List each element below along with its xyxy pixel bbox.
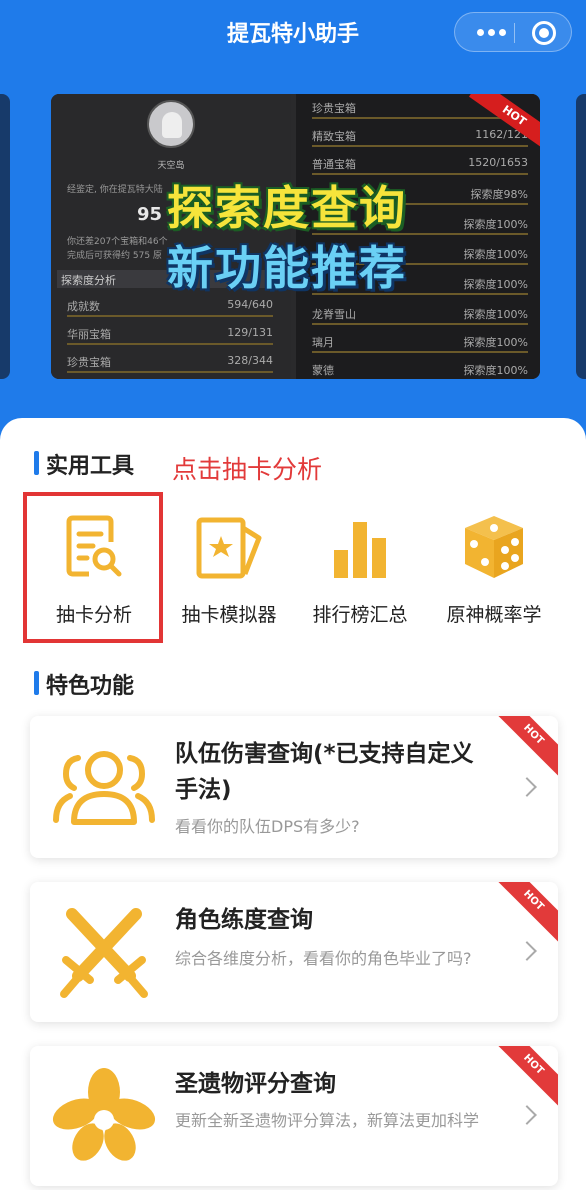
title-bar: 提瓦特小助手 xyxy=(0,0,586,64)
banner-text-line: 经鉴定, 你在提瓦特大陆 xyxy=(67,185,163,195)
banner-stat-row: 精致宝箱 1162/121 xyxy=(312,128,528,154)
banner-text-line: 你还差207个宝箱和46个 xyxy=(67,237,168,247)
highlight-box xyxy=(23,492,163,643)
stat-value: 探索度100% xyxy=(463,278,528,291)
stat-bar xyxy=(312,145,528,147)
stat-label: 普通宝箱 xyxy=(312,158,356,171)
stat-value: 探索度100% xyxy=(463,218,528,231)
stat-label: 成就数 xyxy=(67,300,100,313)
chevron-right-icon xyxy=(517,941,537,961)
crossed-swords-icon xyxy=(60,908,148,998)
stat-value: 探索度98% xyxy=(470,188,528,201)
stat-label: 精致宝箱 xyxy=(312,130,356,143)
stat-value: 328/344 xyxy=(227,354,273,367)
stat-value: 129/131 xyxy=(227,326,273,339)
hot-badge: HOT xyxy=(486,1046,558,1112)
banner-stat-row: 成就数 594/640 xyxy=(67,298,273,324)
promo-banner[interactable]: 天空岛 经鉴定, 你在提瓦特大陆 95 你还差207个宝箱和46个 完成后可获得… xyxy=(51,94,540,379)
tool-label: 抽卡模拟器 xyxy=(181,604,277,626)
banner-next-peek xyxy=(576,94,586,379)
stat-bar xyxy=(312,323,528,325)
team-icon xyxy=(53,751,155,825)
bar-chart-icon xyxy=(334,522,386,578)
stat-value: 探索度100% xyxy=(463,308,528,321)
stat-label: 珍贵宝箱 xyxy=(67,356,111,369)
card-star-icon xyxy=(196,517,262,579)
dice-icon xyxy=(465,516,523,578)
banner-stat-row: 华丽宝箱 129/131 xyxy=(67,326,273,352)
stat-bar xyxy=(67,343,273,345)
card-title: 圣遗物评分查询 xyxy=(175,1071,336,1097)
card-description: 更新全新圣遗物评分算法，新算法更加科学 xyxy=(175,1111,480,1130)
card-description: 看看你的队伍DPS有多少? xyxy=(175,817,360,836)
stat-label: 珍贵宝箱 xyxy=(312,102,356,115)
banner-stat-row: 璃月 探索度100% xyxy=(312,334,528,360)
banner-text-line: 完成后可获得约 575 原 xyxy=(67,251,162,261)
stat-value: 1520/1653 xyxy=(468,156,528,169)
banner-stat-row: 龙脊雪山 探索度100% xyxy=(312,306,528,332)
feature-card-character-build[interactable]: 角色练度查询 综合各维度分析，看看你的角色毕业了吗? HOT xyxy=(30,882,558,1022)
flower-icon xyxy=(52,1068,156,1161)
tool-label: 排行榜汇总 xyxy=(312,604,408,626)
stat-label: 蒙德 xyxy=(312,364,334,377)
feature-card-team-damage[interactable]: 队伍伤害查询(*已支持自定义手法) 看看你的队伍DPS有多少? HOT xyxy=(30,716,558,858)
tool-leaderboard[interactable]: 排行榜汇总 xyxy=(300,500,420,638)
stat-value: 探索度100% xyxy=(463,336,528,349)
stat-bar xyxy=(67,315,273,317)
chevron-right-icon xyxy=(517,777,537,797)
tap-hint: 点击抽卡分析 xyxy=(172,455,323,484)
stat-value: 探索度100% xyxy=(463,248,528,261)
close-target-icon[interactable] xyxy=(532,21,556,45)
stat-bar xyxy=(312,117,528,119)
stat-value: 594/640 xyxy=(227,298,273,311)
mini-program-capsule xyxy=(454,12,572,52)
stat-label: 璃月 xyxy=(312,336,334,349)
banner-headline-2: 新功能推荐 xyxy=(167,241,407,295)
tool-probability[interactable]: 原神概率学 xyxy=(432,500,556,638)
section-title-features: 特色功能 xyxy=(34,668,134,699)
banner-stat-row: 珍贵宝箱 328/344 xyxy=(67,354,273,379)
tool-label: 原神概率学 xyxy=(446,604,542,626)
stat-label: 华丽宝箱 xyxy=(67,328,111,341)
card-title: 角色练度查询 xyxy=(175,907,313,933)
stat-bar xyxy=(67,371,273,373)
tool-gacha-simulator[interactable]: 抽卡模拟器 xyxy=(168,500,290,638)
section-title-tools: 实用工具 xyxy=(34,448,134,479)
hot-badge: HOT xyxy=(486,882,558,948)
banner-stat-row: 蒙德 探索度100% xyxy=(312,362,528,379)
feature-card-artifact-score[interactable]: 圣遗物评分查询 更新全新圣遗物评分算法，新算法更加科学 HOT xyxy=(30,1046,558,1186)
banner-score: 95 xyxy=(137,204,163,225)
hot-badge: HOT xyxy=(486,716,558,782)
card-description: 综合各维度分析，看看你的角色毕业了吗? xyxy=(175,949,472,968)
banner-player-name: 天空岛 xyxy=(157,161,185,171)
more-icon[interactable] xyxy=(477,29,507,37)
stat-bar xyxy=(312,351,528,353)
avatar xyxy=(147,100,195,148)
card-title: 队伍伤害查询(*已支持自定义手法) xyxy=(175,741,474,803)
capsule-divider xyxy=(514,23,515,43)
banner-prev-peek xyxy=(0,94,10,379)
stat-value: 探索度100% xyxy=(463,364,528,377)
stat-label: 龙脊雪山 xyxy=(312,308,356,321)
chevron-right-icon xyxy=(517,1105,537,1125)
banner-headline-1: 探索度查询 xyxy=(167,181,407,235)
